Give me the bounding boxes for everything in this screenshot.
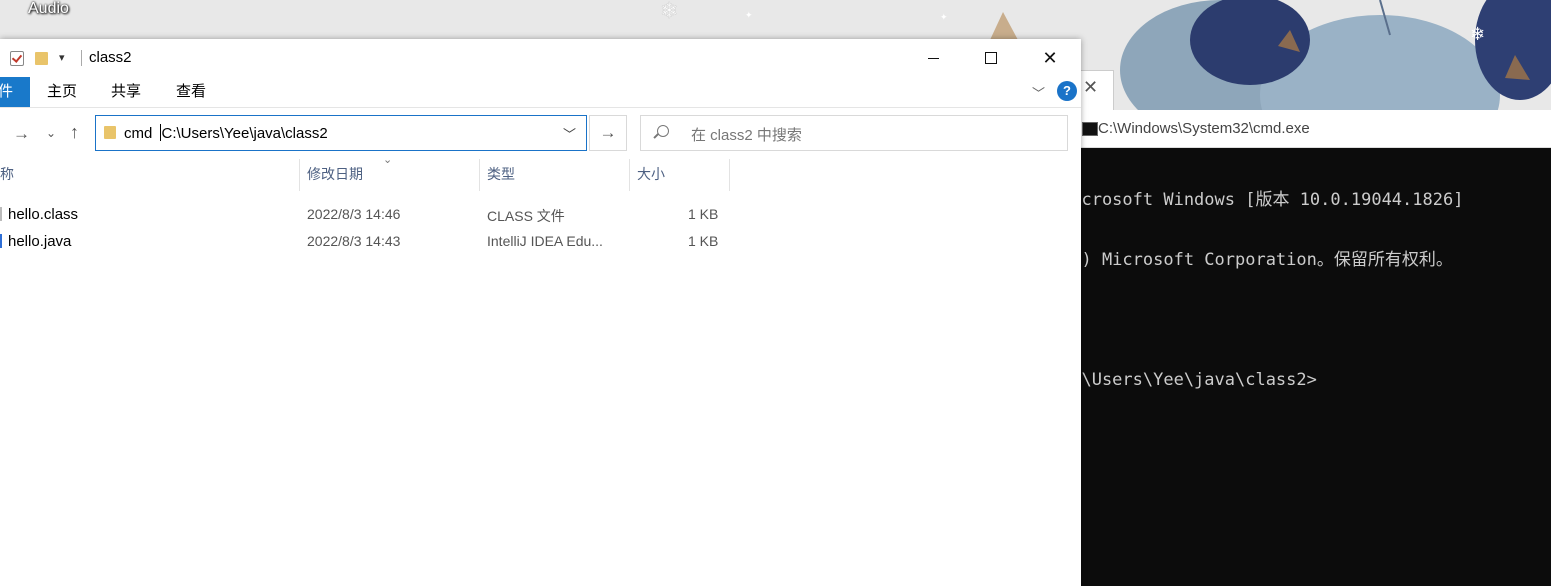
file-row[interactable]: hello.java 2022/8/3 14:43 IntelliJ IDEA …: [0, 228, 1081, 255]
search-input[interactable]: 在 class2 中搜索: [691, 124, 802, 145]
sort-chevron-icon: ⌄: [383, 154, 393, 166]
console-prompt: C:\Users\Yee\java\class2>: [1061, 370, 1317, 390]
go-arrow-icon: →: [599, 123, 617, 142]
cmd-titlebar[interactable]: C:\Windows\System32\cmd.exe: [1081, 110, 1551, 148]
tab-share[interactable]: 共享: [111, 77, 141, 107]
file-explorer-window[interactable]: ▾ class2 ✕ 件 主页 共享 查看 ﹀ ? → ⌄ ↑ cmd C:\U…: [0, 39, 1081, 586]
address-input[interactable]: cmd C:\Users\Yee\java\class2: [124, 124, 328, 142]
file-row[interactable]: hello.class 2022/8/3 14:46 CLASS 文件 1 KB: [0, 201, 1081, 228]
file-size: 1 KB: [688, 206, 719, 222]
file-size: 1 KB: [688, 233, 719, 249]
file-name[interactable]: hello.class: [8, 206, 78, 223]
column-headers: 称 ⌄ 修改日期 类型 大小: [0, 154, 1081, 194]
address-bar[interactable]: cmd C:\Users\Yee\java\class2 ﹀: [95, 115, 587, 151]
up-arrow-icon[interactable]: ↑: [70, 122, 79, 143]
file-list: hello.class 2022/8/3 14:46 CLASS 文件 1 KB…: [0, 201, 1081, 255]
file-name[interactable]: hello.java: [8, 233, 71, 250]
ribbon: 件 主页 共享 查看 ﹀ ?: [0, 77, 1081, 108]
console-line: (c) Microsoft Corporation。保留所有权利。: [1061, 250, 1453, 270]
titlebar[interactable]: ▾ class2 ✕: [0, 39, 1081, 77]
chevron-down-icon[interactable]: ▾: [59, 51, 65, 64]
column-divider[interactable]: [629, 159, 630, 191]
desktop-icon-label[interactable]: Audio: [28, 0, 69, 18]
address-typed-text: cmd: [124, 125, 153, 142]
column-header-type[interactable]: 类型: [487, 164, 515, 184]
window-title: class2: [89, 49, 132, 66]
close-button[interactable]: ✕: [1021, 39, 1079, 77]
address-path-text: C:\Users\Yee\java\class2: [161, 125, 328, 142]
cmd-console[interactable]: Microsoft Windows [版本 10.0.19044.1826] (…: [1061, 148, 1551, 430]
minimize-button[interactable]: [904, 39, 962, 77]
column-divider[interactable]: [299, 159, 300, 191]
search-icon: [657, 125, 669, 137]
text-cursor: [159, 124, 161, 141]
svg-text:✦: ✦: [940, 12, 948, 22]
help-icon[interactable]: ?: [1057, 81, 1077, 101]
console-line: Microsoft Windows [版本 10.0.19044.1826]: [1061, 190, 1464, 210]
column-divider[interactable]: [729, 159, 730, 191]
forward-arrow-icon[interactable]: →: [13, 124, 30, 144]
new-folder-icon[interactable]: [35, 52, 48, 65]
column-header-name[interactable]: 称: [0, 164, 14, 184]
file-type: IntelliJ IDEA Edu...: [487, 233, 603, 249]
column-header-size[interactable]: 大小: [637, 164, 665, 184]
folder-icon: [104, 126, 116, 139]
cmd-icon: [1082, 122, 1098, 136]
properties-icon[interactable]: [10, 51, 24, 66]
cmd-title: C:\Windows\System32\cmd.exe: [1098, 120, 1310, 137]
svg-text:❄: ❄: [1470, 24, 1485, 44]
go-button[interactable]: →: [589, 115, 627, 151]
svg-text:✦: ✦: [745, 10, 753, 20]
file-date: 2022/8/3 14:46: [307, 206, 401, 222]
svg-text:❄: ❄: [660, 0, 678, 23]
minimize-icon: [927, 57, 939, 59]
tab-view[interactable]: 查看: [176, 77, 206, 107]
file-type: CLASS 文件: [487, 208, 565, 224]
maximize-icon: [985, 52, 997, 64]
file-icon: [0, 207, 2, 221]
close-icon[interactable]: ✕: [1083, 77, 1098, 98]
navigation-bar: → ⌄ ↑ cmd C:\Users\Yee\java\class2 ﹀ → 在…: [0, 114, 1081, 156]
close-icon: ✕: [1042, 47, 1058, 68]
java-file-icon: [0, 234, 2, 248]
tab-home[interactable]: 主页: [47, 77, 77, 107]
maximize-button[interactable]: [962, 39, 1020, 77]
address-dropdown-chevron-icon[interactable]: ﹀: [563, 124, 576, 143]
recent-locations-chevron-icon[interactable]: ⌄: [46, 126, 56, 140]
search-box[interactable]: 在 class2 中搜索: [640, 115, 1068, 151]
column-header-date[interactable]: 修改日期: [307, 164, 363, 184]
cmd-window[interactable]: C:\Windows\System32\cmd.exe Microsoft Wi…: [1061, 110, 1551, 586]
divider: [81, 50, 82, 66]
file-date: 2022/8/3 14:43: [307, 233, 401, 249]
column-divider[interactable]: [479, 159, 480, 191]
expand-ribbon-chevron-icon[interactable]: ﹀: [1032, 83, 1045, 102]
tab-file[interactable]: 件: [0, 77, 30, 107]
